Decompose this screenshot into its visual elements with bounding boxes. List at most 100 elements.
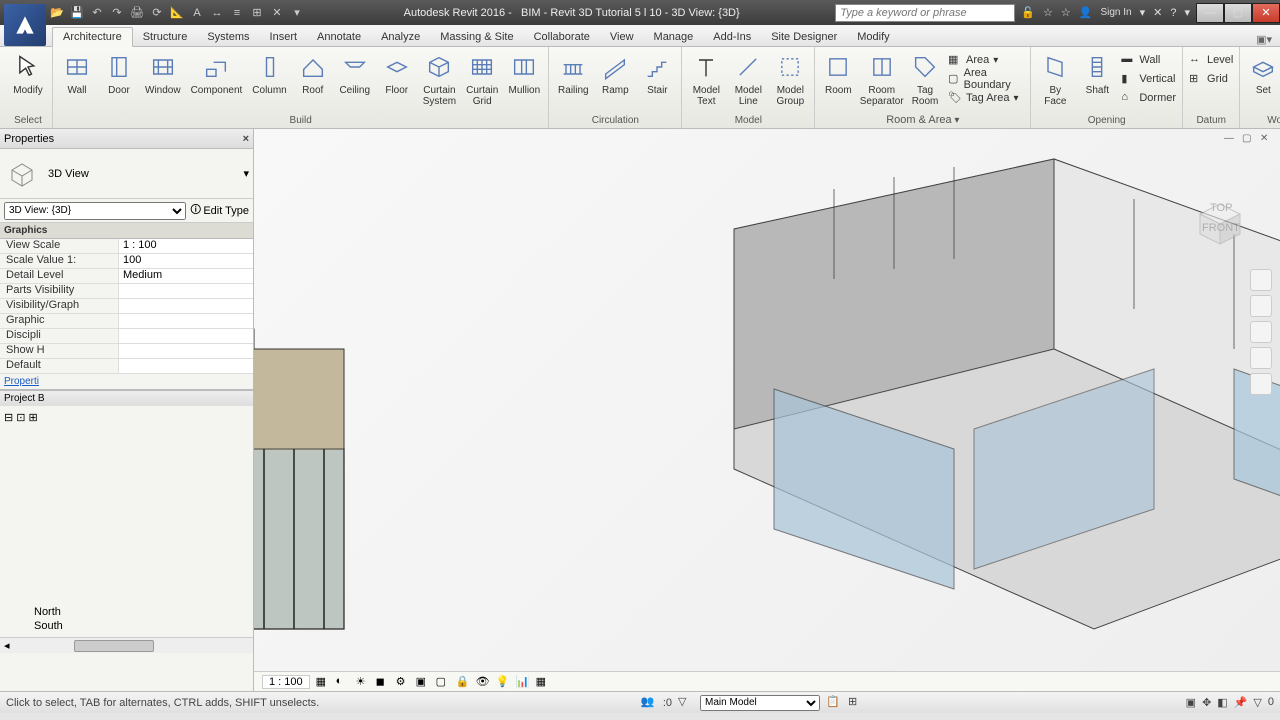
level-button[interactable]: ↔Level xyxy=(1189,51,1233,69)
tab-annotate[interactable]: Annotate xyxy=(307,28,371,46)
qat-undo-icon[interactable]: ↶ xyxy=(90,6,104,20)
tab-manage[interactable]: Manage xyxy=(644,28,704,46)
view-instance-select[interactable]: 3D View: {3D} xyxy=(4,202,186,220)
subscription-icon[interactable]: 🔓 xyxy=(1021,6,1035,19)
qat-move-icon[interactable]: ↔ xyxy=(210,6,224,20)
prop-group-graphics[interactable]: Graphics xyxy=(0,223,253,239)
opening-wall-button[interactable]: ▬Wall xyxy=(1121,51,1176,69)
viewcube[interactable]: TOPFRONT xyxy=(1180,189,1250,259)
highlight-icon[interactable]: ▦ xyxy=(536,675,550,689)
qat-dropdown-icon[interactable]: ▾ xyxy=(290,6,304,20)
ramp-button[interactable]: Ramp xyxy=(595,49,635,98)
visual-style-icon[interactable]: ◐ xyxy=(336,675,350,689)
ribbon-options-icon[interactable]: ▣▾ xyxy=(1248,33,1280,46)
viewport-3d[interactable]: — ▢ ✕ TOPFRONT 1 : 100 ▦ ◐ ☀ ◼ ⚙ ▣ ▢ 🔒 👁… xyxy=(254,129,1280,691)
status-filter-icon[interactable]: ▽ xyxy=(678,695,694,711)
tree-toggle[interactable]: ⊟ ⊡ ⊞ xyxy=(4,410,249,425)
shaft-button[interactable]: Shaft xyxy=(1077,49,1117,98)
view-scale[interactable]: 1 : 100 xyxy=(262,675,310,689)
status-pin-icon[interactable]: 📌 xyxy=(1234,696,1248,709)
tab-systems[interactable]: Systems xyxy=(197,28,259,46)
area-boundary-button[interactable]: ▢Area Boundary xyxy=(948,70,1024,88)
status-face-icon[interactable]: ◧ xyxy=(1217,696,1227,709)
qat-save-icon[interactable]: 💾 xyxy=(70,6,84,20)
help-search-input[interactable] xyxy=(835,4,1015,22)
qat-measure-icon[interactable]: 📐 xyxy=(170,6,184,20)
temp-hide-icon[interactable]: 👁 xyxy=(476,675,490,689)
room-separator-button[interactable]: Room Separator xyxy=(859,49,904,109)
crop-icon[interactable]: ▣ xyxy=(416,675,430,689)
rendering-icon[interactable]: ⚙ xyxy=(396,675,410,689)
tree-item[interactable]: North xyxy=(4,605,249,619)
qat-print-icon[interactable]: 🖨 xyxy=(130,6,144,20)
properties-close-icon[interactable]: × xyxy=(243,133,249,145)
qat-text-icon[interactable]: A xyxy=(190,6,204,20)
status-select-icon[interactable]: ▣ xyxy=(1186,696,1196,709)
properties-hscroll[interactable]: ◂ xyxy=(0,637,253,653)
component-button[interactable]: Component xyxy=(187,49,247,98)
nav-pan-icon[interactable] xyxy=(1250,295,1272,317)
qat-close-icon[interactable]: ✕ xyxy=(270,6,284,20)
modify-button[interactable]: Modify xyxy=(8,49,48,98)
crop-region-icon[interactable]: ▢ xyxy=(436,675,450,689)
exchange-apps-icon[interactable]: ✕ xyxy=(1153,6,1162,19)
door-button[interactable]: Door xyxy=(99,49,139,98)
byface-button[interactable]: By Face xyxy=(1035,49,1075,109)
set-button[interactable]: Set xyxy=(1244,49,1280,98)
status-design-options-icon[interactable]: ⊞ xyxy=(848,695,864,711)
view-close-icon[interactable]: ✕ xyxy=(1260,133,1274,147)
model-line-button[interactable]: Model Line xyxy=(728,49,768,109)
detail-level-icon[interactable]: ▦ xyxy=(316,675,330,689)
qat-align-icon[interactable]: ≡ xyxy=(230,6,244,20)
tab-massing[interactable]: Massing & Site xyxy=(430,28,523,46)
grid-button[interactable]: ⊞Grid xyxy=(1189,70,1233,88)
sun-path-icon[interactable]: ☀ xyxy=(356,675,370,689)
lock-icon[interactable]: 🔒 xyxy=(456,675,470,689)
edit-type-button[interactable]: 🛈Edit Type xyxy=(190,201,249,220)
window-button[interactable]: Window xyxy=(141,49,185,98)
status-filter2-icon[interactable]: ▽ xyxy=(1253,696,1261,709)
status-workset-icon[interactable]: 👥 xyxy=(641,695,657,711)
view-restore-icon[interactable]: ▢ xyxy=(1242,133,1256,147)
column-button[interactable]: Column xyxy=(248,49,290,98)
shadows-icon[interactable]: ◼ xyxy=(376,675,390,689)
curtain-grid-button[interactable]: Curtain Grid xyxy=(462,49,502,109)
tab-modify[interactable]: Modify xyxy=(847,28,899,46)
stair-button[interactable]: Stair xyxy=(637,49,677,98)
tab-structure[interactable]: Structure xyxy=(133,28,198,46)
wall-button[interactable]: Wall xyxy=(57,49,97,98)
tab-architecture[interactable]: Architecture xyxy=(52,27,133,47)
ceiling-button[interactable]: Ceiling xyxy=(335,49,375,98)
tab-collaborate[interactable]: Collaborate xyxy=(524,28,600,46)
opening-dormer-button[interactable]: ⌂Dormer xyxy=(1121,89,1176,107)
mullion-button[interactable]: Mullion xyxy=(504,49,544,98)
nav-orbit-icon[interactable] xyxy=(1250,347,1272,369)
qat-sync-icon[interactable]: ⟳ xyxy=(150,6,164,20)
maximize-button[interactable]: ▢ xyxy=(1224,3,1252,23)
nav-zoom-icon[interactable] xyxy=(1250,321,1272,343)
tab-insert[interactable]: Insert xyxy=(260,28,308,46)
curtain-system-button[interactable]: Curtain System xyxy=(419,49,460,109)
qat-switch-icon[interactable]: ⊞ xyxy=(250,6,264,20)
star-icon[interactable]: ☆ xyxy=(1043,6,1053,19)
exchange-icon[interactable]: ☆ xyxy=(1061,6,1071,19)
analytical-icon[interactable]: 📊 xyxy=(516,675,530,689)
model-text-button[interactable]: Model Text xyxy=(686,49,726,109)
nav-wheel-icon[interactable] xyxy=(1250,269,1272,291)
tab-view[interactable]: View xyxy=(600,28,644,46)
view-type-dropdown-icon[interactable]: ▾ xyxy=(243,167,249,180)
app-menu-button[interactable] xyxy=(4,4,46,46)
railing-button[interactable]: Railing xyxy=(553,49,593,98)
properties-help-link[interactable]: Properti xyxy=(0,374,253,389)
tag-room-button[interactable]: Tag Room xyxy=(906,49,944,109)
tab-addins[interactable]: Add-Ins xyxy=(703,28,761,46)
floor-button[interactable]: Floor xyxy=(377,49,417,98)
close-button[interactable]: ✕ xyxy=(1252,3,1280,23)
workset-select[interactable]: Main Model xyxy=(700,695,820,711)
tab-analyze[interactable]: Analyze xyxy=(371,28,430,46)
view-min-icon[interactable]: — xyxy=(1224,133,1238,147)
user-icon[interactable]: 👤 xyxy=(1079,6,1093,19)
opening-vertical-button[interactable]: ▮Vertical xyxy=(1121,70,1176,88)
model-group-button[interactable]: Model Group xyxy=(770,49,810,109)
room-button[interactable]: Room xyxy=(819,49,857,98)
